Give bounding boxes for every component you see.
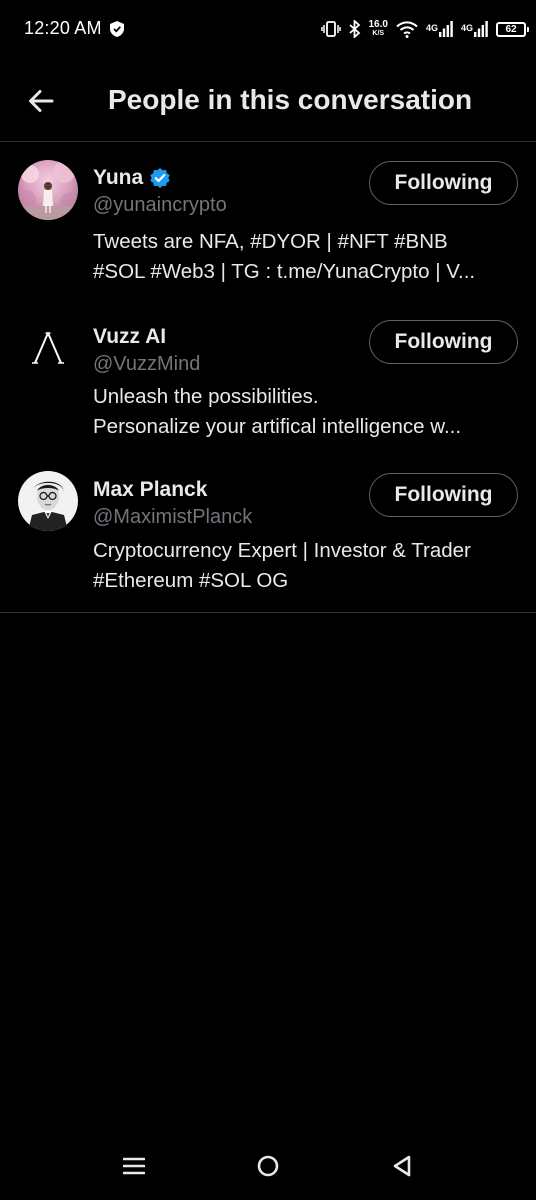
signal-bars-icon: [438, 21, 453, 37]
system-nav-bar: [0, 1128, 536, 1200]
following-button[interactable]: Following: [369, 473, 518, 517]
display-name[interactable]: Max Planck: [93, 478, 207, 502]
person-item-yuna[interactable]: Yuna @yunaincrypto Tweets are NFA, #DYOR…: [0, 142, 536, 301]
bio-line: Personalize your artifical intelligence …: [93, 415, 462, 438]
signal-bars-icon: [474, 21, 488, 37]
status-bar: 12:20 AM 16.0 K/S 4G 4G 62: [0, 0, 536, 60]
people-list: Yuna @yunaincrypto Tweets are NFA, #DYOR…: [0, 142, 536, 613]
name-row: Vuzz AI: [93, 325, 166, 349]
name-row: Max Planck: [93, 478, 207, 502]
avatar[interactable]: [18, 318, 78, 378]
system-back-button[interactable]: [382, 1146, 422, 1186]
triangle-back-icon: [393, 1155, 411, 1177]
display-name[interactable]: Vuzz AI: [93, 325, 166, 349]
back-button[interactable]: [26, 86, 56, 116]
display-name[interactable]: Yuna: [93, 166, 143, 190]
user-handle[interactable]: @VuzzMind: [93, 353, 200, 376]
status-time: 12:20 AM: [24, 18, 102, 38]
bluetooth-icon: [348, 20, 360, 38]
sim1-label: 4G: [425, 23, 438, 33]
avatar[interactable]: [18, 160, 78, 220]
sim2-label: 4G: [460, 23, 473, 33]
header: People in this conversation: [0, 60, 536, 142]
bio-line: Cryptocurrency Expert | Investor & Trade…: [93, 539, 471, 562]
circle-home-icon: [257, 1155, 279, 1177]
user-bio: Cryptocurrency Expert | Investor & Trade…: [93, 536, 518, 596]
sim2-signal: 4G: [461, 21, 488, 37]
person-item-vuzz-ai[interactable]: Vuzz AI @VuzzMind Unleash the possibilit…: [0, 301, 536, 456]
user-handle[interactable]: @MaximistPlanck: [93, 506, 252, 529]
shield-icon: [110, 21, 124, 37]
battery-level: 62: [505, 23, 517, 35]
page-title: People in this conversation: [108, 84, 473, 115]
bio-line: #SOL #Web3 | TG : t.me/YunaCrypto | V...: [93, 260, 476, 283]
network-speed-value: 16.0: [368, 19, 388, 30]
network-speed-unit: K/S: [372, 30, 385, 37]
person-item-max-planck[interactable]: Max Planck @MaximistPlanck Cryptocurrenc…: [0, 456, 536, 613]
user-bio: Tweets are NFA, #DYOR | #NFT #BNB #SOL #…: [93, 227, 518, 287]
wifi-icon: [396, 20, 418, 38]
sim1-signal: 4G: [426, 21, 453, 37]
battery-icon: 62: [496, 21, 529, 37]
home-button[interactable]: [248, 1146, 288, 1186]
verified-badge-icon: [150, 168, 170, 188]
avatar[interactable]: [18, 471, 78, 531]
user-bio: Unleash the possibilities. Personalize y…: [93, 382, 518, 442]
user-handle[interactable]: @yunaincrypto: [93, 194, 227, 217]
following-button[interactable]: Following: [369, 320, 518, 364]
following-button[interactable]: Following: [369, 161, 518, 205]
status-icons: 16.0 K/S 4G 4G 62: [320, 14, 529, 44]
network-speed: 16.0 K/S: [369, 20, 388, 38]
vibrate-icon: [320, 21, 341, 37]
bio-line: Unleash the possibilities.: [93, 385, 319, 408]
bio-line: #Ethereum #SOL OG: [93, 569, 289, 592]
name-row: Yuna: [93, 166, 171, 190]
arrow-left-icon: [29, 90, 54, 112]
bio-line: Tweets are NFA, #DYOR | #NFT #BNB: [93, 230, 448, 253]
menu-icon: [123, 1157, 145, 1175]
recents-button[interactable]: [114, 1146, 154, 1186]
